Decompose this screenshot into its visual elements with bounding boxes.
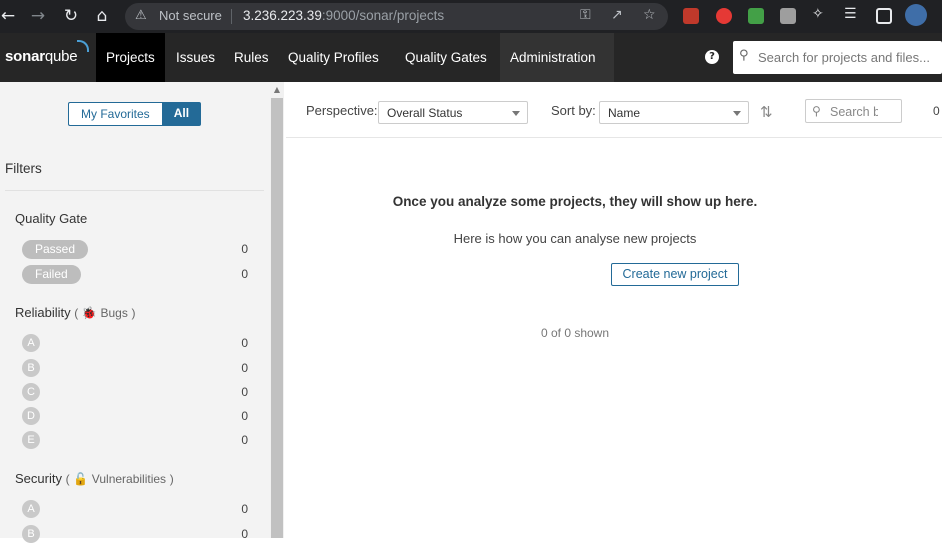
filters-sidebar: My Favorites All Filters Quality Gate Pa… — [0, 82, 284, 543]
extension-icon-1[interactable] — [683, 8, 699, 24]
share-icon[interactable]: ↗ — [611, 7, 623, 23]
nav-projects[interactable]: Projects — [96, 33, 165, 82]
bug-icon: 🐞 — [81, 306, 97, 320]
nav-quality-gates[interactable]: Quality Gates — [395, 33, 497, 82]
security-sub: Vulnerabilities — [91, 472, 167, 486]
browser-toolbar: ← → ↻ ⌂ ⚠ Not secure 3.236.223.39:9000/s… — [0, 0, 942, 33]
star-icon[interactable]: ☆ — [643, 7, 656, 23]
reload-icon[interactable]: ↻ — [58, 4, 84, 28]
filter-failed-count: 0 — [241, 267, 248, 281]
facet-quality-gate-title[interactable]: Quality Gate — [15, 211, 87, 226]
sonarqube-logo[interactable]: sonarqube — [5, 40, 90, 65]
search-icon: ⚲ — [812, 104, 821, 118]
omnibox-separator — [231, 9, 232, 24]
nav-issues[interactable]: Issues — [166, 33, 225, 82]
create-new-project-button[interactable]: Create new project — [611, 263, 739, 286]
reliability-rating-b[interactable]: B — [22, 359, 40, 377]
help-icon[interactable]: ? — [705, 50, 719, 64]
reliability-label: Reliability — [15, 305, 71, 320]
project-search-input[interactable]: ⚲ Search by — [805, 99, 902, 123]
nav-rules[interactable]: Rules — [224, 33, 279, 82]
chevron-down-icon — [733, 111, 741, 116]
perspective-select[interactable]: Overall Status — [378, 101, 528, 124]
perspective-label: Perspective: — [306, 103, 378, 118]
empty-state-title: Once you analyze some projects, they wil… — [392, 194, 758, 209]
my-favorites-button[interactable]: My Favorites — [68, 102, 162, 126]
security-rating-b[interactable]: B — [22, 525, 40, 543]
empty-state-subtitle: Here is how you can analyse new projects — [453, 231, 697, 246]
global-search-placeholder: Search for projects and files... — [758, 50, 930, 65]
puzzle-icon[interactable]: ✧ — [812, 6, 828, 22]
reliability-rating-d[interactable]: D — [22, 407, 40, 425]
forward-icon[interactable]: → — [25, 4, 51, 28]
security-rating-a-count: 0 — [241, 502, 248, 516]
logo-wave-icon — [77, 40, 90, 52]
nav-administration[interactable]: Administration — [500, 33, 614, 82]
nav-quality-profiles[interactable]: Quality Profiles — [278, 33, 389, 82]
filters-divider — [5, 190, 264, 191]
security-close-paren: ) — [169, 472, 174, 486]
security-rating-a[interactable]: A — [22, 500, 40, 518]
security-rating-b-count: 0 — [241, 527, 248, 541]
reliability-open-paren: ( — [74, 306, 79, 320]
warning-icon: ⚠ — [135, 8, 147, 23]
sort-select[interactable]: Name — [599, 101, 749, 124]
favorites-toggle: My Favorites All — [68, 102, 202, 126]
project-search-placeholder: Search by — [830, 105, 878, 119]
facet-reliability-title[interactable]: Reliability ( 🐞 Bugs ) — [15, 305, 135, 320]
address-bar[interactable]: ⚠ Not secure 3.236.223.39:9000/sonar/pro… — [125, 3, 668, 30]
chevron-down-icon — [512, 111, 520, 116]
url-path: :9000/sonar/projects — [321, 8, 445, 23]
facet-security-title[interactable]: Security ( 🔓 Vulnerabilities ) — [15, 471, 174, 486]
reliability-rating-a[interactable]: A — [22, 334, 40, 352]
reliability-rating-b-count: 0 — [241, 361, 248, 375]
reliability-rating-c-count: 0 — [241, 385, 248, 399]
shown-count: 0 of 0 shown — [540, 326, 610, 340]
reliability-sub: Bugs — [100, 306, 128, 320]
reliability-rating-c[interactable]: C — [22, 383, 40, 401]
extension-icon-4[interactable] — [780, 8, 796, 24]
filter-failed[interactable]: Failed — [22, 265, 81, 284]
sort-direction-icon[interactable]: ⇅ — [760, 103, 773, 121]
logo-light: qube — [44, 48, 78, 65]
perspective-value: Overall Status — [387, 106, 463, 120]
url-text[interactable]: 3.236.223.39:9000/sonar/projects — [243, 8, 444, 23]
profile-avatar[interactable] — [905, 4, 927, 26]
home-icon[interactable]: ⌂ — [89, 4, 115, 28]
sidepanel-icon[interactable] — [876, 8, 892, 24]
sort-value: Name — [608, 106, 641, 120]
media-icon[interactable]: ☰ — [844, 6, 860, 22]
reliability-rating-e-count: 0 — [241, 433, 248, 447]
reliability-close-paren: ) — [131, 306, 136, 320]
global-search-input[interactable]: ⚲ Search for projects and files... — [733, 41, 942, 74]
url-host: 3.236.223.39 — [243, 8, 322, 23]
lock-icon: 🔓 — [73, 472, 89, 486]
filters-title: Filters — [5, 161, 42, 176]
sort-label: Sort by: — [551, 103, 596, 118]
all-button[interactable]: All — [161, 102, 202, 126]
search-icon: ⚲ — [739, 48, 749, 63]
sidebar-scrollbar-thumb[interactable] — [271, 98, 283, 538]
extension-icon-3[interactable] — [748, 8, 764, 24]
filter-passed[interactable]: Passed — [22, 240, 89, 259]
logo-bold: sonar — [5, 48, 45, 65]
reliability-rating-d-count: 0 — [241, 409, 248, 423]
projects-toolbar: Perspective: Overall Status Sort by: Nam… — [286, 82, 942, 138]
extension-icon-2[interactable] — [716, 8, 732, 24]
scroll-up-arrow-icon[interactable]: ▲ — [271, 85, 283, 95]
sonarqube-navbar: sonarqube Projects Issues Rules Quality … — [0, 33, 942, 82]
security-label: Security — [15, 471, 62, 486]
projects-count: 0 — [933, 104, 940, 118]
not-secure-label[interactable]: Not secure — [159, 8, 222, 23]
back-icon[interactable]: ← — [0, 4, 21, 28]
reliability-rating-e[interactable]: E — [22, 431, 40, 449]
key-icon[interactable]: ⚿ — [580, 7, 591, 23]
security-open-paren: ( — [65, 472, 70, 486]
